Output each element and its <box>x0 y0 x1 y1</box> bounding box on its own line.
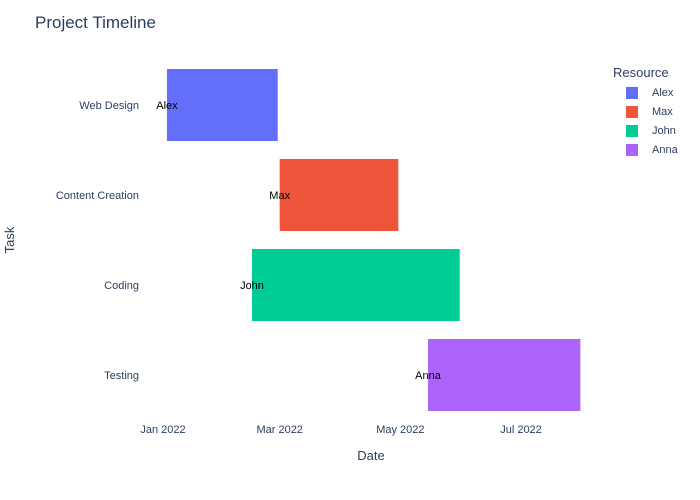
bar-web-design[interactable] <box>166 69 278 141</box>
legend-item-max[interactable]: Max <box>626 105 673 119</box>
legend-swatch <box>626 125 638 137</box>
y-tick-label: Coding <box>104 280 139 292</box>
legend-item-anna[interactable]: Anna <box>626 143 678 157</box>
legend-item-alex[interactable]: Alex <box>626 86 673 100</box>
x-axis-ticks: Jan 2022 Mar 2022 May 2022 Jul 2022 <box>140 424 541 436</box>
y-tick-label: Testing <box>104 370 139 382</box>
bar-label: John <box>240 280 264 292</box>
bar-content-creation[interactable] <box>279 159 399 231</box>
legend-swatch <box>626 87 638 99</box>
y-axis-label: Task <box>2 226 17 253</box>
legend-label: Max <box>652 106 673 118</box>
bar-coding[interactable] <box>252 249 460 321</box>
legend-label: John <box>652 125 676 137</box>
bar-label: Alex <box>156 100 178 112</box>
y-axis-ticks: Web Design Content Creation Coding Testing <box>56 100 139 382</box>
x-tick-label: Mar 2022 <box>256 424 302 436</box>
x-tick-label: Jan 2022 <box>140 424 185 436</box>
legend-title: Resource <box>613 65 669 80</box>
bar-label: Max <box>269 190 290 202</box>
gantt-chart: Alex Max John Anna Web Design Content Creati… <box>2 69 581 463</box>
legend-label: Anna <box>652 144 678 156</box>
bar-label: Anna <box>415 370 442 382</box>
x-tick-label: May 2022 <box>376 424 424 436</box>
legend-item-john[interactable]: John <box>626 124 676 138</box>
y-tick-label: Content Creation <box>56 190 139 202</box>
bar-testing[interactable] <box>428 339 581 411</box>
legend-swatch <box>626 144 638 156</box>
bars-layer <box>166 69 581 411</box>
legend-label: Alex <box>652 87 674 99</box>
y-tick-label: Web Design <box>79 100 139 112</box>
legend-swatch <box>626 106 638 118</box>
bar-labels-layer: Alex Max John Anna <box>156 100 442 382</box>
x-tick-label: Jul 2022 <box>500 424 542 436</box>
x-axis-label: Date <box>357 448 384 463</box>
